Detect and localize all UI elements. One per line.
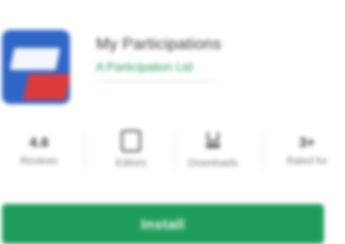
- rating-label: Reviews: [20, 156, 58, 167]
- logo-red-shape: [23, 74, 70, 100]
- stat-rating: 4.6 Reviews: [4, 124, 74, 180]
- install-button[interactable]: Install: [2, 204, 324, 244]
- age-rating-value: 3+: [299, 134, 315, 150]
- app-title: My Participations: [96, 36, 222, 53]
- download-icon: [203, 130, 223, 152]
- age-rating-label: Rated for: [286, 156, 328, 167]
- app-store-header: My Participations A Participation Ltd 4.…: [0, 0, 345, 244]
- editors-label: Editors: [115, 158, 147, 169]
- stat-divider: [84, 134, 85, 168]
- developer-link[interactable]: A Participation Ltd: [96, 60, 193, 74]
- qr-icon: [121, 130, 141, 152]
- rating-value: 4.6: [29, 134, 49, 150]
- app-logo-icon: [2, 30, 70, 104]
- stat-downloads: Downloads: [178, 124, 248, 180]
- downloads-label: Downloads: [188, 158, 238, 169]
- title-underline: [96, 80, 216, 82]
- stats-row: 4.6 Reviews Editors Downloads 3+ Rated f…: [0, 124, 345, 180]
- stat-age-rating: 3+ Rated for: [272, 124, 342, 180]
- stat-divider: [262, 134, 263, 168]
- logo-white-shape: [9, 48, 61, 70]
- stat-editors: Editors: [96, 124, 166, 180]
- stat-divider: [174, 134, 175, 168]
